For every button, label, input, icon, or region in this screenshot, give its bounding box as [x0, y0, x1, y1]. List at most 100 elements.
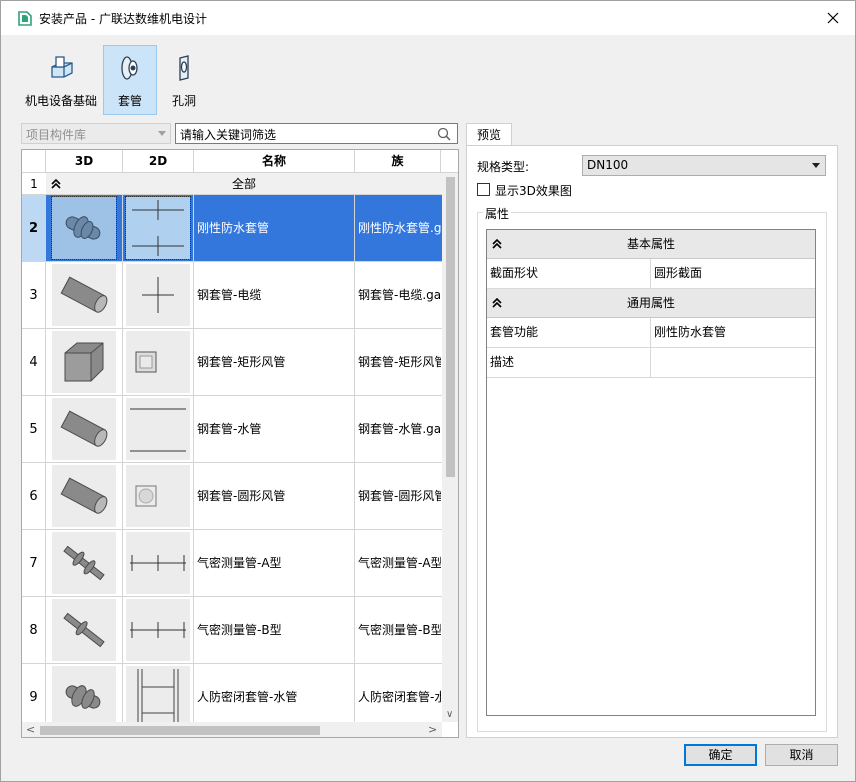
- title-bar: 安装产品 - 广联达数维机电设计: [1, 1, 855, 35]
- parallel-lines-icon: [130, 408, 186, 452]
- equipment-base-label: 机电设备基础: [24, 94, 97, 108]
- flange-line-icon: [130, 622, 186, 638]
- water-pipe-sleeve-3d-thumb: [52, 398, 116, 460]
- sleeve-button[interactable]: 套管: [103, 45, 157, 115]
- header-rownum: [22, 150, 46, 172]
- row-name: 钢套管-圆形风管: [194, 463, 355, 529]
- square-symbol-icon: [135, 351, 157, 373]
- horizontal-scrollbar[interactable]: < >: [22, 722, 442, 737]
- scroll-left-icon[interactable]: <: [26, 723, 35, 736]
- row-name: 钢套管-电缆: [194, 262, 355, 328]
- row-number: 5: [22, 396, 46, 462]
- row-file: 刚性防水套管.gac: [358, 221, 441, 235]
- search-input[interactable]: 请输入关键词筛选: [175, 123, 458, 144]
- row-number: 4: [22, 329, 46, 395]
- search-icon: [437, 127, 451, 141]
- property-value[interactable]: 刚性防水套管: [651, 318, 815, 347]
- table-row[interactable]: 8 气密测量管-B型 气密测量管-B型: [22, 597, 442, 664]
- section-basic[interactable]: 基本属性: [487, 230, 815, 259]
- properties-grid: 基本属性 截面形状 圆形截面 通用属性 套管功能 刚性防水套管 描述: [486, 229, 816, 716]
- pipe-cylinder-icon: [60, 276, 108, 313]
- grid-header: 3D 2D 名称 族: [22, 150, 458, 173]
- cancel-button[interactable]: 取消: [765, 744, 838, 766]
- sleeve-icon: [121, 56, 138, 80]
- airtight-pipe-a-3d-thumb: [52, 532, 116, 594]
- spec-select[interactable]: DN100: [582, 155, 826, 176]
- chevron-down-icon: [812, 163, 820, 168]
- table-row[interactable]: 3 钢套管-电缆 钢套管-电缆.gac: [22, 262, 442, 329]
- header-name[interactable]: 名称: [194, 150, 355, 172]
- chevron-up-double-icon[interactable]: [491, 297, 503, 309]
- header-2d[interactable]: 2D: [123, 150, 194, 172]
- header-3d[interactable]: 3D: [46, 150, 123, 172]
- equipment-base-button[interactable]: 机电设备基础: [19, 45, 103, 115]
- header-family[interactable]: 族: [355, 150, 441, 172]
- equipment-base-icon: [51, 56, 73, 78]
- chevron-up-double-icon[interactable]: [50, 178, 62, 190]
- chevron-up-double-icon[interactable]: [491, 238, 503, 250]
- scroll-right-icon[interactable]: >: [428, 723, 437, 736]
- library-select[interactable]: 项目构件库: [21, 123, 171, 144]
- hole-label: 孔洞: [171, 94, 196, 108]
- cable-sleeve-2d-thumb: [126, 264, 190, 326]
- component-grid: 3D 2D 名称 族 1 全部 2 刚性防水套管 刚性防水套管.gac: [21, 149, 459, 738]
- property-value[interactable]: 圆形截面: [651, 259, 815, 288]
- preview-panel: 规格类型: DN100 显示3D效果图 属性 基本属性 截面形状 圆形截面 通用…: [466, 145, 838, 738]
- property-key: 截面形状: [487, 259, 651, 288]
- hole-button[interactable]: 孔洞: [157, 45, 211, 115]
- property-row: 截面形状 圆形截面: [487, 259, 815, 289]
- table-row[interactable]: 2 刚性防水套管 刚性防水套管.gac: [22, 195, 442, 262]
- properties-title: 属性: [483, 205, 512, 222]
- sleeve-label: 套管: [117, 94, 142, 108]
- ok-button[interactable]: 确定: [684, 744, 757, 766]
- row-number: 9: [22, 664, 46, 730]
- flanged-rod-icon: [63, 545, 105, 581]
- tab-preview[interactable]: 预览: [466, 123, 512, 146]
- category-toolbar: 机电设备基础 套管 孔洞: [19, 45, 211, 115]
- cable-sleeve-3d-thumb: [52, 264, 116, 326]
- rect-duct-sleeve-3d-thumb: [52, 331, 116, 393]
- table-row[interactable]: 4 钢套管-矩形风管 钢套管-矩形风管: [22, 329, 442, 396]
- show-3d-label: 显示3D效果图: [495, 184, 572, 198]
- row-number: 3: [22, 262, 46, 328]
- property-row: 套管功能 刚性防水套管: [487, 318, 815, 348]
- table-row[interactable]: 7 气密测量管-A型 气密测量管-A型: [22, 530, 442, 597]
- library-select-value: 项目构件库: [26, 128, 87, 142]
- dialog-window: 安装产品 - 广联达数维机电设计 机电设备基础 套管 孔洞 项目构件库 请输入关…: [0, 0, 856, 782]
- cross-symbol-icon: [142, 277, 174, 313]
- row-file: 钢套管-水管.gac: [358, 422, 441, 436]
- circle-symbol-icon: [135, 485, 157, 507]
- row-number: 8: [22, 597, 46, 663]
- group-row[interactable]: 1 全部: [22, 173, 442, 195]
- row-name: 钢套管-水管: [194, 396, 355, 462]
- row-file: 人防密闭套管-水: [358, 690, 441, 704]
- flanged-sleeve-icon: [65, 216, 101, 240]
- flange-line-icon: [130, 555, 186, 571]
- group-label: 全部: [231, 177, 256, 191]
- section-title: 基本属性: [626, 237, 675, 251]
- spec-label: 规格类型:: [477, 160, 530, 174]
- spec-select-value: DN100: [587, 158, 629, 172]
- row-number: 1: [30, 177, 38, 191]
- round-duct-sleeve-2d-thumb: [126, 465, 190, 527]
- search-placeholder: 请输入关键词筛选: [180, 128, 277, 142]
- rigid-sleeve-2d-thumb: [125, 196, 191, 260]
- table-row[interactable]: 6 钢套管-圆形风管 钢套管-圆形风管: [22, 463, 442, 530]
- horizontal-scroll-thumb[interactable]: [40, 726, 320, 735]
- table-row[interactable]: 9 人防密闭套管-水管 人防密闭套管-水: [22, 664, 442, 731]
- close-button[interactable]: [819, 5, 847, 31]
- civil-defense-sleeve-2d-thumb: [126, 666, 190, 728]
- app-logo-icon: [18, 11, 32, 26]
- vertical-scrollbar[interactable]: ∨: [442, 173, 458, 722]
- group-header[interactable]: 全部: [46, 173, 442, 194]
- scroll-down-icon[interactable]: ∨: [446, 709, 453, 720]
- round-duct-sleeve-3d-thumb: [52, 465, 116, 527]
- section-title: 通用属性: [626, 296, 675, 310]
- airtight-pipe-a-2d-thumb: [126, 532, 190, 594]
- show-3d-checkbox[interactable]: [477, 183, 490, 196]
- row-number: 6: [22, 463, 46, 529]
- table-row[interactable]: 5 钢套管-水管 钢套管-水管.gac: [22, 396, 442, 463]
- property-value[interactable]: [651, 348, 815, 377]
- section-general[interactable]: 通用属性: [487, 289, 815, 318]
- vertical-scroll-thumb[interactable]: [446, 177, 455, 477]
